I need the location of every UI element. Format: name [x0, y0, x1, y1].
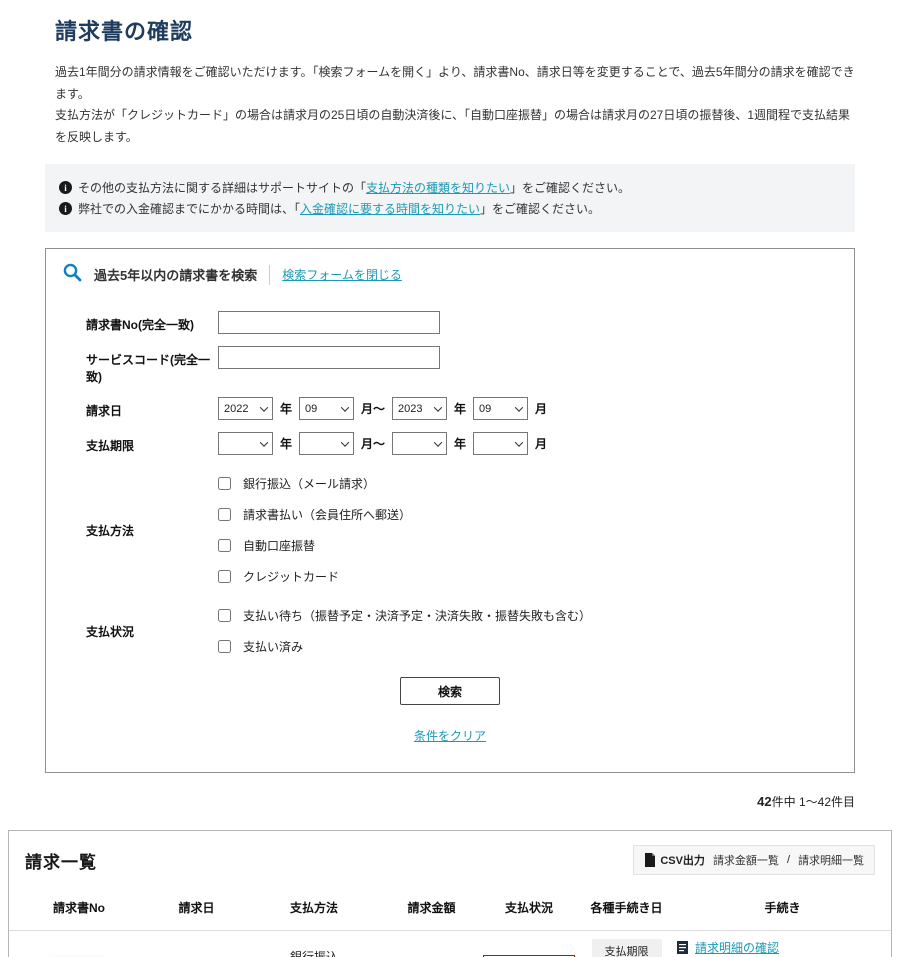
unit-month: 月 — [535, 435, 547, 452]
invoice-date-to-month-select[interactable]: 09 — [473, 397, 528, 420]
unit-year: 年 — [280, 435, 292, 452]
actions-cell: 請求明細の確認 請求書の印刷 クレジットで即時決済 — [674, 931, 891, 957]
chevron-down-icon — [434, 403, 442, 411]
invoice-detail-icon — [676, 941, 689, 955]
table-row: 23/09/04 銀行振込 （メール請求） 1,571円 支払い待ち 支払期限 … — [9, 931, 891, 957]
col-header-procedure-date: 各種手続き日 — [579, 889, 674, 931]
notice-line: i 弊社での入金確認までにかかる時間は、「入金確認に要する時間を知りたい」をご確… — [59, 200, 841, 217]
amount-cell: 1,571円 — [384, 931, 479, 957]
unit-year: 年 — [454, 435, 466, 452]
col-header-payment-method: 支払方法 — [244, 889, 384, 931]
csv-export-label: CSV出力 — [644, 852, 705, 868]
close-search-form-link[interactable]: 検索フォームを閉じる — [282, 266, 402, 283]
chevron-down-icon — [341, 403, 349, 411]
payment-method-option[interactable]: 請求書払い（会員住所へ郵送） — [218, 506, 411, 523]
payment-method-option[interactable]: 自動口座振替 — [218, 537, 411, 554]
credit-card-checkbox[interactable] — [218, 570, 231, 583]
clear-conditions-link[interactable]: 条件をクリア — [414, 729, 486, 743]
invoice-list-panel: 請求一覧 CSV出力 請求金額一覧 / 請求明細一覧 請求書No 請求日 支払方… — [8, 830, 892, 957]
due-date-to-year-select[interactable] — [392, 432, 447, 455]
chevron-down-icon — [515, 403, 523, 411]
search-form-title: 過去5年以内の請求書を検索 — [94, 265, 257, 284]
invoice-date-from-year-select[interactable]: 2022 — [218, 397, 273, 420]
csv-detail-list-link[interactable]: 請求明細一覧 — [798, 852, 864, 868]
due-date-label: 支払期限 — [86, 432, 218, 455]
invoice-no-input[interactable] — [218, 311, 440, 334]
csv-amount-list-link[interactable]: 請求金額一覧 — [713, 852, 779, 868]
col-header-invoice-no: 請求書No — [9, 889, 149, 931]
intro-line-2: 支払方法が「クレジットカード」の場合は請求月の25日頃の自動決済後に、「自動口座… — [55, 105, 855, 148]
file-icon — [644, 853, 656, 867]
col-header-amount: 請求金額 — [384, 889, 479, 931]
csv-export-box: CSV出力 請求金額一覧 / 請求明細一覧 — [633, 845, 875, 875]
service-code-input[interactable] — [218, 346, 440, 369]
col-header-invoice-date: 請求日 — [149, 889, 244, 931]
unit-year: 年 — [454, 400, 466, 417]
awaiting-payment-checkbox[interactable] — [218, 609, 231, 622]
payment-method-option[interactable]: クレジットカード — [218, 568, 411, 585]
service-code-label: サービスコード(完全一致) — [86, 346, 218, 385]
divider — [269, 265, 270, 285]
invoice-table: 請求書No 請求日 支払方法 請求金額 支払状況 各種手続き日 手続き 23/0… — [9, 889, 891, 957]
chevron-down-icon — [434, 438, 442, 446]
chevron-down-icon — [260, 438, 268, 446]
procedure-date-cell: 支払期限 — [579, 931, 674, 957]
search-panel: 過去5年以内の請求書を検索 検索フォームを閉じる 請求書No(完全一致) サービ… — [45, 248, 855, 773]
notice-text: 弊社での入金確認までにかかる時間は、「入金確認に要する時間を知りたい」をご確認く… — [78, 200, 600, 217]
chevron-down-icon — [260, 403, 268, 411]
invoice-detail-link[interactable]: 請求明細の確認 — [695, 939, 779, 956]
invoice-list-title: 請求一覧 — [25, 848, 97, 873]
unit-month: 月 — [535, 400, 547, 417]
col-header-status: 支払状況 — [479, 889, 579, 931]
invoice-mail-checkbox[interactable] — [218, 508, 231, 521]
notice-line: i その他の支払方法に関する詳細はサポートサイトの「支払方法の種類を知りたい」を… — [59, 179, 841, 196]
chevron-down-icon — [515, 438, 523, 446]
payment-method-cell: 銀行振込 （メール請求） — [244, 931, 384, 957]
search-icon — [62, 262, 82, 287]
due-date-to-month-select[interactable] — [473, 432, 528, 455]
invoice-no-label: 請求書No(完全一致) — [86, 311, 218, 334]
search-button[interactable]: 検索 — [400, 677, 500, 705]
notice-text: その他の支払方法に関する詳細はサポートサイトの「支払方法の種類を知りたい」をご確… — [78, 179, 630, 196]
bank-transfer-checkbox[interactable] — [218, 477, 231, 490]
invoice-date-from-month-select[interactable]: 09 — [299, 397, 354, 420]
due-date-from-year-select[interactable] — [218, 432, 273, 455]
payment-method-option[interactable]: 銀行振込（メール請求） — [218, 475, 411, 492]
payment-status-option[interactable]: 支払い待ち（振替予定・決済予定・決済失敗・振替失敗も含む） — [218, 607, 591, 624]
col-header-actions: 手続き — [674, 889, 891, 931]
payment-method-label: 支払方法 — [86, 522, 218, 539]
auto-debit-checkbox[interactable] — [218, 539, 231, 552]
payment-status-label: 支払状況 — [86, 623, 218, 640]
result-count: 42件中 1～42件目 — [45, 793, 855, 810]
notice-box: i その他の支払方法に関する詳細はサポートサイトの「支払方法の種類を知りたい」を… — [45, 164, 855, 232]
invoice-date-to-year-select[interactable]: 2023 — [392, 397, 447, 420]
csv-separator: / — [787, 854, 790, 866]
paid-checkbox[interactable] — [218, 640, 231, 653]
deposit-time-help-link[interactable]: 入金確認に要する時間を知りたい — [300, 202, 480, 216]
invoice-date-label: 請求日 — [86, 397, 218, 420]
invoice-date-cell: 23/09/04 — [149, 931, 244, 957]
intro-line-1: 過去1年間分の請求情報をご確認いただけます。「検索フォームを開く」より、請求書N… — [55, 62, 855, 105]
unit-month-range: 月～ — [361, 435, 385, 452]
info-icon: i — [59, 181, 72, 194]
payment-type-help-link[interactable]: 支払方法の種類を知りたい — [366, 181, 510, 195]
chevron-down-icon — [341, 438, 349, 446]
unit-year: 年 — [280, 400, 292, 417]
unit-month-range: 月～ — [361, 400, 385, 417]
page-title: 請求書の確認 — [55, 14, 855, 46]
info-icon: i — [59, 202, 72, 215]
payment-status-option[interactable]: 支払い済み — [218, 638, 591, 655]
due-date-from-month-select[interactable] — [299, 432, 354, 455]
